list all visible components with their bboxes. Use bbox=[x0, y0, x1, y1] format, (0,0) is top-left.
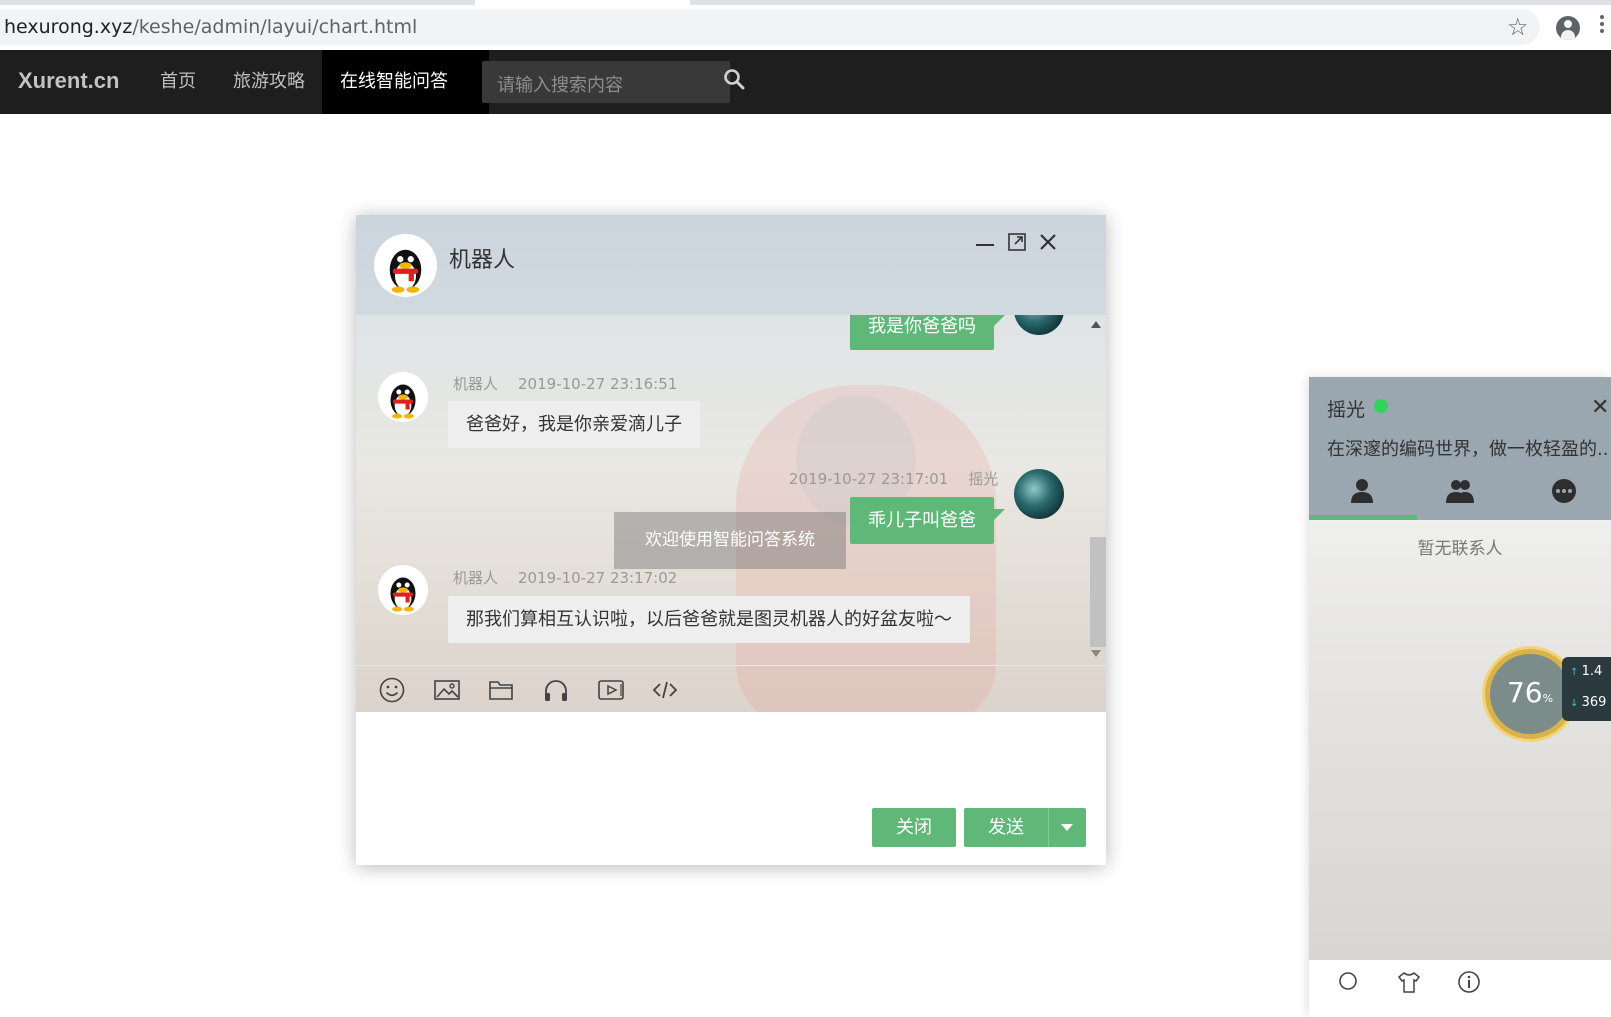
message-meta: 机器人 2019-10-27 23:16:51 bbox=[453, 373, 677, 394]
contacts-list[interactable] bbox=[1309, 520, 1611, 960]
nav-item-home[interactable]: 首页 bbox=[142, 50, 214, 114]
chat-title: 机器人 bbox=[449, 248, 516, 273]
send-options-chevron-down-icon[interactable] bbox=[1048, 808, 1086, 847]
scrollbar-thumb[interactable] bbox=[1090, 537, 1106, 647]
robot-avatar bbox=[378, 565, 428, 615]
site-logo[interactable]: Xurent.cn bbox=[18, 68, 119, 94]
search-icon[interactable] bbox=[1337, 970, 1361, 994]
site-navbar: Xurent.cn 首页 旅游攻略 在线智能问答 请输入搜索内容 bbox=[0, 50, 1611, 114]
user-avatar bbox=[1014, 469, 1064, 519]
message-bubble: 我是你爸爸吗 bbox=[850, 315, 1005, 350]
message-bubble: 爸爸好，我是你亲爱滴儿子 bbox=[448, 401, 700, 448]
message-sender: 机器人 bbox=[453, 375, 499, 393]
chat-header[interactable]: 机器人 bbox=[356, 215, 1106, 315]
contacts-panel: 摇光 ✕ 在深邃的编码世界，做一枚轻盈的... 暂无联系人 76% 1.4 36… bbox=[1309, 377, 1611, 1017]
minimize-icon[interactable] bbox=[975, 232, 995, 252]
message-meta: 2019-10-27 23:17:01 摇光 bbox=[789, 468, 998, 489]
group-icon[interactable] bbox=[1445, 476, 1475, 506]
profile-icon[interactable] bbox=[1556, 16, 1580, 40]
message-bubble: 乖儿子叫爸爸 bbox=[850, 497, 1005, 544]
browser-menu-icon[interactable] bbox=[1600, 15, 1604, 36]
headphones-icon[interactable] bbox=[542, 676, 570, 704]
search-input[interactable]: 请输入搜索内容 bbox=[482, 61, 730, 103]
active-tab[interactable] bbox=[475, 0, 690, 5]
message-time: 2019-10-27 23:17:02 bbox=[518, 569, 678, 587]
friend-icon[interactable] bbox=[1347, 476, 1377, 506]
download-speed: 369 bbox=[1562, 688, 1611, 719]
toast-notice: 欢迎使用智能问答系统 bbox=[614, 512, 846, 569]
panel-close-icon[interactable]: ✕ bbox=[1591, 395, 1609, 420]
tab-strip bbox=[0, 0, 1611, 5]
gauge-value: 76 bbox=[1506, 676, 1543, 709]
chat-window: 机器人 我是你爸爸吗 机器人 2019-10-27 23:16:51 爸爸好，我是… bbox=[356, 215, 1106, 865]
message-time: 2019-10-27 23:17:01 bbox=[789, 470, 949, 488]
maximize-icon[interactable] bbox=[1007, 232, 1027, 252]
scroll-up-icon[interactable] bbox=[1091, 321, 1101, 328]
skin-shirt-icon[interactable] bbox=[1397, 970, 1421, 994]
url-host: hexurong.xyz bbox=[4, 16, 133, 38]
image-icon[interactable] bbox=[433, 676, 461, 704]
send-button[interactable]: 发送 bbox=[964, 808, 1048, 847]
message-sender: 摇光 bbox=[968, 470, 999, 488]
user-avatar bbox=[1014, 315, 1064, 335]
search-placeholder: 请输入搜索内容 bbox=[497, 75, 623, 96]
message-sender: 机器人 bbox=[453, 569, 499, 587]
chat-toolbar bbox=[356, 665, 1106, 713]
video-icon[interactable] bbox=[597, 676, 625, 704]
upload-speed: 1.4 bbox=[1562, 657, 1611, 688]
history-icon[interactable] bbox=[1549, 476, 1579, 506]
robot-avatar bbox=[378, 372, 428, 422]
network-speed-widget: 1.4 369 bbox=[1562, 657, 1611, 721]
close-button[interactable]: 关闭 bbox=[872, 808, 956, 847]
nav-item-online-qa[interactable]: 在线智能问答 bbox=[322, 50, 489, 114]
message-bubble: 那我们算相互认识啦，以后爸爸就是图灵机器人的好盆友啦～ bbox=[448, 596, 970, 643]
search-icon[interactable] bbox=[723, 68, 745, 90]
info-icon[interactable] bbox=[1457, 970, 1481, 994]
scroll-down-icon[interactable] bbox=[1091, 650, 1101, 657]
close-icon[interactable] bbox=[1038, 232, 1058, 252]
folder-icon[interactable] bbox=[487, 676, 515, 704]
code-icon[interactable] bbox=[651, 676, 679, 704]
message-list[interactable]: 我是你爸爸吗 机器人 2019-10-27 23:16:51 爸爸好，我是你亲爱滴… bbox=[356, 315, 1086, 665]
url-text[interactable]: hexurong.xyz/keshe/admin/layui/chart.htm… bbox=[4, 16, 417, 38]
url-path: /keshe/admin/layui/chart.html bbox=[132, 16, 418, 38]
bookmark-star-icon[interactable]: ☆ bbox=[1507, 13, 1529, 41]
user-signature[interactable]: 在深邃的编码世界，做一枚轻盈的... bbox=[1327, 435, 1607, 461]
message-scrollbar[interactable] bbox=[1086, 315, 1106, 665]
panel-username: 摇光 bbox=[1327, 399, 1366, 421]
message-meta: 机器人 2019-10-27 23:17:02 bbox=[453, 567, 677, 588]
empty-contacts-text: 暂无联系人 bbox=[1417, 539, 1503, 559]
smile-icon[interactable] bbox=[378, 676, 406, 704]
browser-toolbar: hexurong.xyz/keshe/admin/layui/chart.htm… bbox=[0, 0, 1611, 50]
robot-avatar bbox=[374, 234, 437, 297]
panel-footer bbox=[1309, 960, 1611, 1017]
message-time: 2019-10-27 23:16:51 bbox=[518, 375, 678, 393]
message-input[interactable] bbox=[356, 712, 1106, 802]
nav-item-travel-guide[interactable]: 旅游攻略 bbox=[215, 50, 323, 114]
gauge-unit: % bbox=[1542, 692, 1554, 705]
online-status-icon[interactable] bbox=[1374, 399, 1388, 413]
